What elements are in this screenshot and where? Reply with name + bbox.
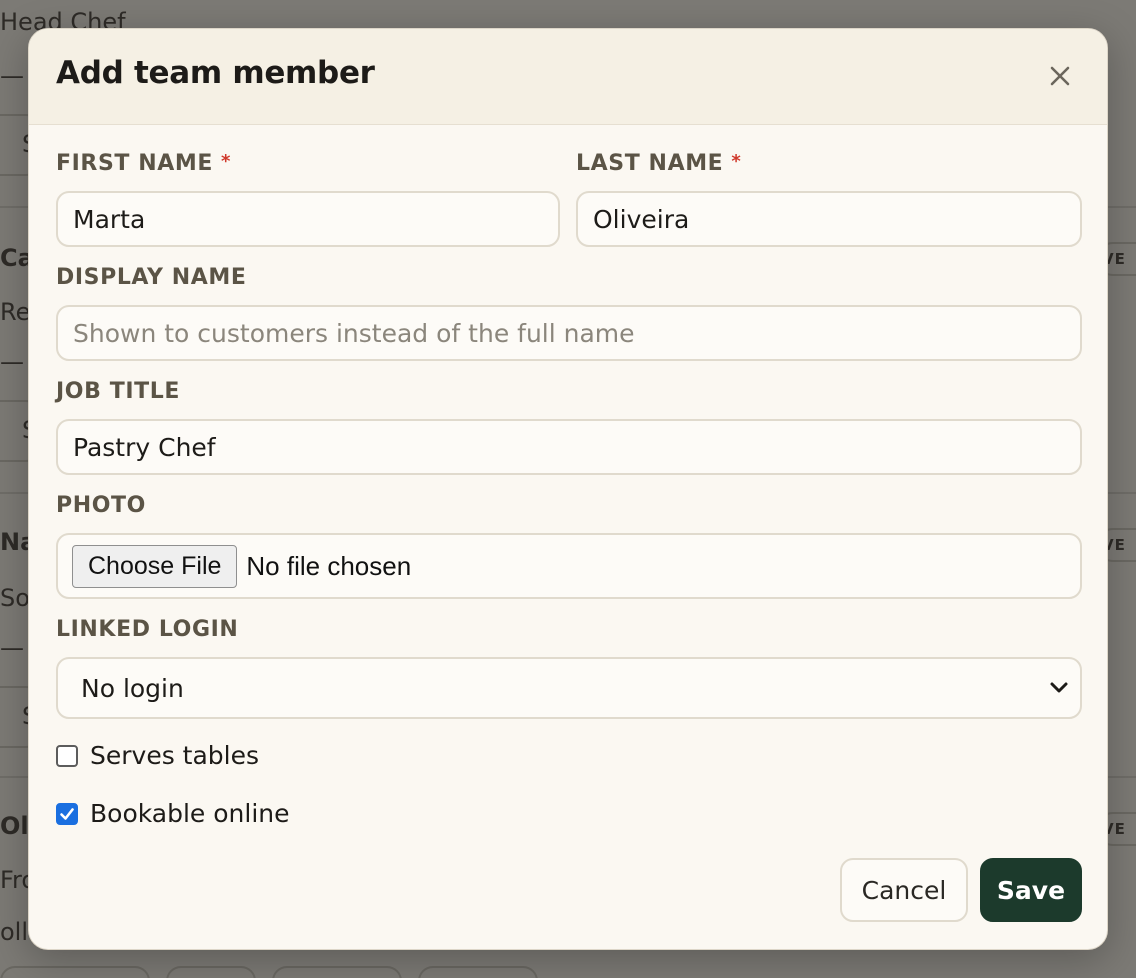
bg-text: oll — [0, 918, 29, 946]
display-name-input[interactable] — [56, 305, 1082, 361]
serves-tables-checkbox[interactable] — [56, 744, 78, 767]
save-button[interactable]: Save — [980, 858, 1082, 922]
serves-tables-checkbox-row[interactable]: Serves tables — [56, 741, 259, 770]
bg-pill — [272, 966, 402, 978]
bg-text-dash: — — [0, 634, 24, 662]
last-name-label-text: LAST NAME — [576, 151, 724, 176]
required-marker: * — [731, 151, 742, 172]
job-title-label: JOB TITLE — [56, 379, 180, 404]
linked-login-selected-value: No login — [81, 673, 184, 703]
photo-file-input[interactable]: Choose File No file chosen — [56, 533, 1082, 599]
bg-pill — [166, 966, 256, 978]
checkmark-icon — [60, 807, 74, 820]
bg-pill — [418, 966, 538, 978]
close-button[interactable] — [1043, 59, 1077, 93]
bg-text: So — [0, 584, 30, 612]
bg-text-dash: — — [0, 348, 24, 376]
linked-login-select[interactable]: No login — [56, 657, 1082, 719]
required-marker: * — [221, 151, 232, 172]
last-name-input[interactable] — [576, 191, 1082, 247]
add-team-member-dialog: Add team member FIRST NAME * LAST NAME * D… — [28, 28, 1108, 950]
linked-login-label: LINKED LOGIN — [56, 617, 239, 642]
serves-tables-label: Serves tables — [90, 741, 260, 770]
first-name-label: FIRST NAME * — [56, 151, 231, 176]
bg-text-dash: — — [0, 62, 24, 90]
bookable-online-checkbox[interactable] — [56, 802, 78, 825]
dialog-body: FIRST NAME * LAST NAME * DISPLAY NAME JOB … — [29, 125, 1107, 949]
bg-pill — [0, 966, 150, 978]
close-icon — [1050, 66, 1070, 86]
bg-text: Ol — [0, 812, 29, 840]
last-name-label: LAST NAME * — [576, 151, 741, 176]
file-status-text: No file chosen — [246, 550, 412, 581]
dialog-header: Add team member — [29, 29, 1107, 125]
cancel-button[interactable]: Cancel — [840, 858, 968, 922]
bookable-online-checkbox-row[interactable]: Bookable online — [56, 799, 290, 828]
display-name-label: DISPLAY NAME — [56, 265, 247, 290]
choose-file-button[interactable]: Choose File — [72, 544, 238, 588]
bg-text: Re — [0, 298, 31, 326]
dialog-title: Add team member — [56, 55, 375, 91]
first-name-label-text: FIRST NAME — [56, 151, 214, 176]
chevron-down-icon — [1050, 682, 1068, 693]
first-name-input[interactable] — [56, 191, 560, 247]
photo-label: PHOTO — [56, 493, 146, 518]
job-title-input[interactable] — [56, 419, 1082, 475]
bookable-online-label: Bookable online — [90, 799, 290, 828]
